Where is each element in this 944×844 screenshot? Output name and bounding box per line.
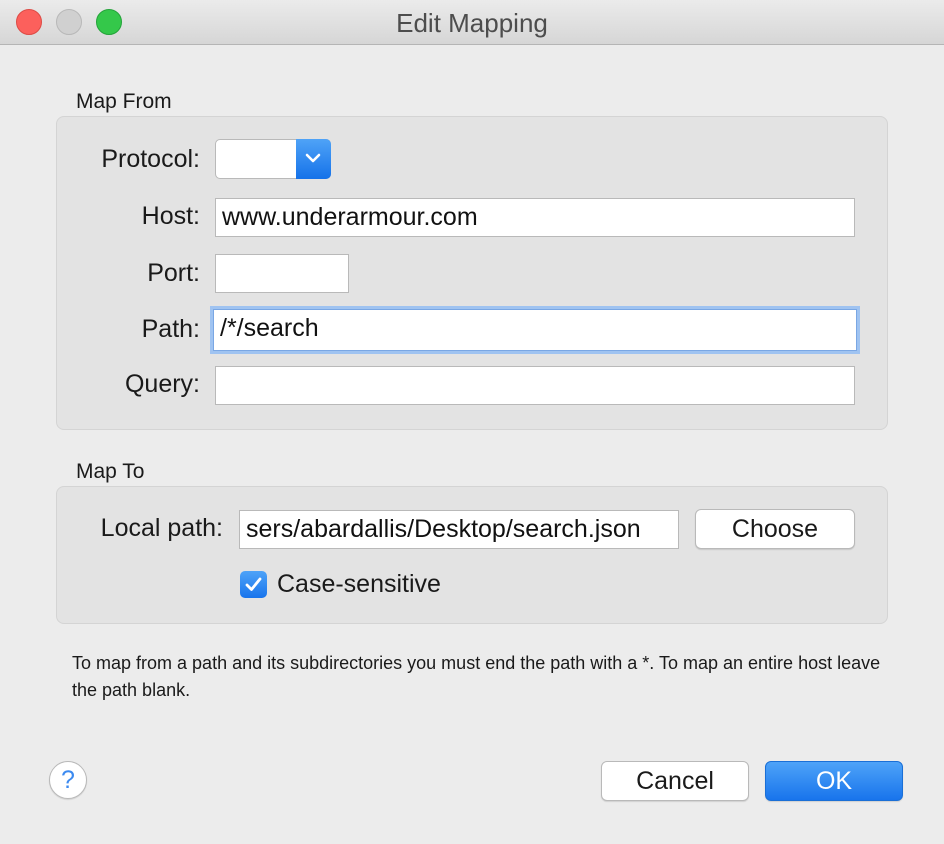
cancel-button[interactable]: Cancel [601,761,749,801]
path-field[interactable]: /*/search [213,309,857,351]
case-sensitive-label[interactable]: Case-sensitive [277,570,441,599]
path-label: Path: [141,315,200,343]
port-label: Port: [147,259,200,287]
query-field[interactable] [215,366,855,405]
local-path-value: sers/abardallis/Desktop/search.json [246,515,641,543]
map-to-group [56,486,888,624]
port-field[interactable] [215,254,349,293]
window-title: Edit Mapping [396,8,548,38]
ok-button[interactable]: OK [765,761,903,801]
protocol-label: Protocol: [101,145,200,173]
query-label: Query: [124,370,200,398]
choose-button[interactable]: Choose [695,509,855,549]
map-from-heading: Map From [76,90,172,113]
edit-mapping-dialog: Edit Mapping Map From Protocol: Host: ww… [0,0,944,844]
checkmark-icon [245,577,262,591]
chevron-down-icon[interactable] [296,139,331,179]
host-field[interactable]: www.underarmour.com [215,198,855,237]
local-path-field[interactable]: sers/abardallis/Desktop/search.json [239,510,679,549]
help-button[interactable]: ? [49,761,87,799]
title-bar[interactable]: Edit Mapping [0,0,944,45]
mapping-hint: To map from a path and its subdirectorie… [72,653,881,700]
map-to-heading: Map To [76,460,145,483]
protocol-select[interactable] [215,139,331,179]
local-path-label: Local path: [100,514,223,542]
case-sensitive-checkbox[interactable] [240,571,267,598]
host-label: Host: [141,202,200,230]
